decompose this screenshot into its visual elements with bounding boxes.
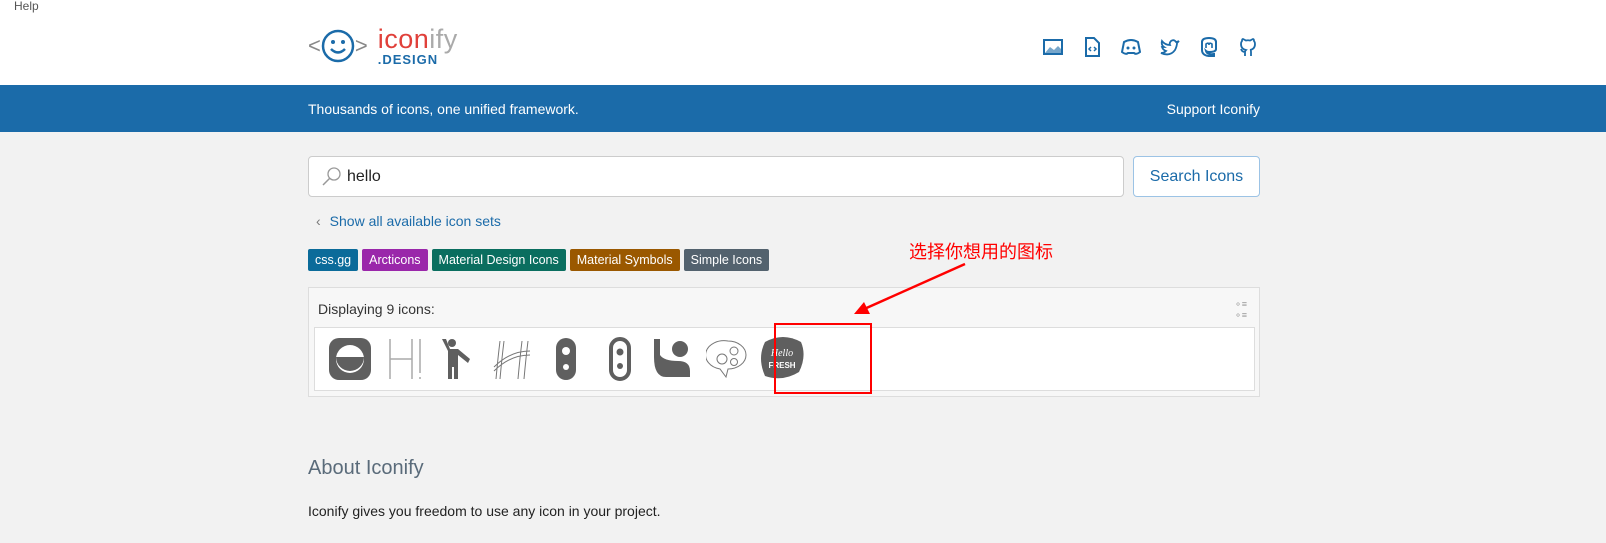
- waving-hand-person-icon[interactable]: [647, 332, 701, 386]
- back-link-label: Show all available icon sets: [329, 213, 501, 229]
- filter-tag[interactable]: Simple Icons: [683, 249, 770, 271]
- discord-icon[interactable]: [1120, 37, 1142, 57]
- logo-bracket-icon: <: [308, 33, 321, 58]
- filter-tag[interactable]: Arcticons: [362, 249, 428, 271]
- about-heading: About Iconify: [308, 457, 424, 479]
- search-button[interactable]: Search Icons: [1133, 156, 1260, 197]
- hello-icon-result[interactable]: [323, 332, 377, 386]
- list-view-toggle-icon[interactable]: ⚬≡ ⚬≡: [1234, 299, 1247, 321]
- github-icon[interactable]: [1238, 37, 1258, 57]
- search-input[interactable]: hello: [308, 156, 1124, 197]
- filter-tag[interactable]: css.gg: [308, 249, 359, 271]
- doorbell-icon[interactable]: [539, 332, 593, 386]
- hello-bubble-icon[interactable]: [701, 332, 755, 386]
- annotation-arrow-icon: [854, 262, 966, 314]
- smiley-icon: [321, 29, 355, 63]
- logo[interactable]: < > iconify .DESIGN: [308, 24, 458, 67]
- mastodon-icon[interactable]: [1199, 36, 1219, 58]
- about-text: Iconify gives you freedom to use any ico…: [308, 503, 661, 519]
- doorbell-outline-icon[interactable]: [593, 332, 647, 386]
- header: < > iconify .DESIGN: [0, 0, 1606, 85]
- show-all-icon-sets-link[interactable]: ‹ Show all available icon sets: [316, 213, 501, 229]
- help-menu[interactable]: Help: [14, 0, 39, 13]
- logo-bracket-icon: >: [354, 33, 368, 58]
- annotation-highlight-box: [774, 323, 872, 394]
- search-icon: [322, 166, 341, 186]
- icon-set-filters: css.gg Arcticons Material Design Icons M…: [308, 249, 770, 271]
- hello-icon-result[interactable]: [485, 332, 539, 386]
- image-icon[interactable]: [1043, 37, 1063, 57]
- human-greeting-icon[interactable]: [431, 332, 485, 386]
- twitter-icon[interactable]: [1160, 37, 1180, 57]
- logo-word: ify: [429, 24, 458, 54]
- tagline: Thousands of icons, one unified framewor…: [308, 100, 579, 117]
- hello-icon-result[interactable]: [377, 332, 431, 386]
- logo-word: icon: [377, 24, 430, 54]
- support-link[interactable]: Support Iconify: [1167, 101, 1260, 117]
- filter-tag[interactable]: Material Symbols: [569, 249, 680, 271]
- filter-tag[interactable]: Material Design Icons: [431, 249, 566, 271]
- logo-sub: .DESIGN: [377, 52, 439, 67]
- results-count: Displaying 9 icons:: [318, 301, 435, 317]
- search-value: hello: [347, 167, 381, 185]
- tagline-band: Thousands of icons, one unified framewor…: [0, 85, 1606, 132]
- code-file-icon[interactable]: [1082, 37, 1102, 57]
- annotation-text: 选择你想用的图标: [909, 242, 1053, 262]
- chevron-left-icon: ‹: [316, 213, 321, 229]
